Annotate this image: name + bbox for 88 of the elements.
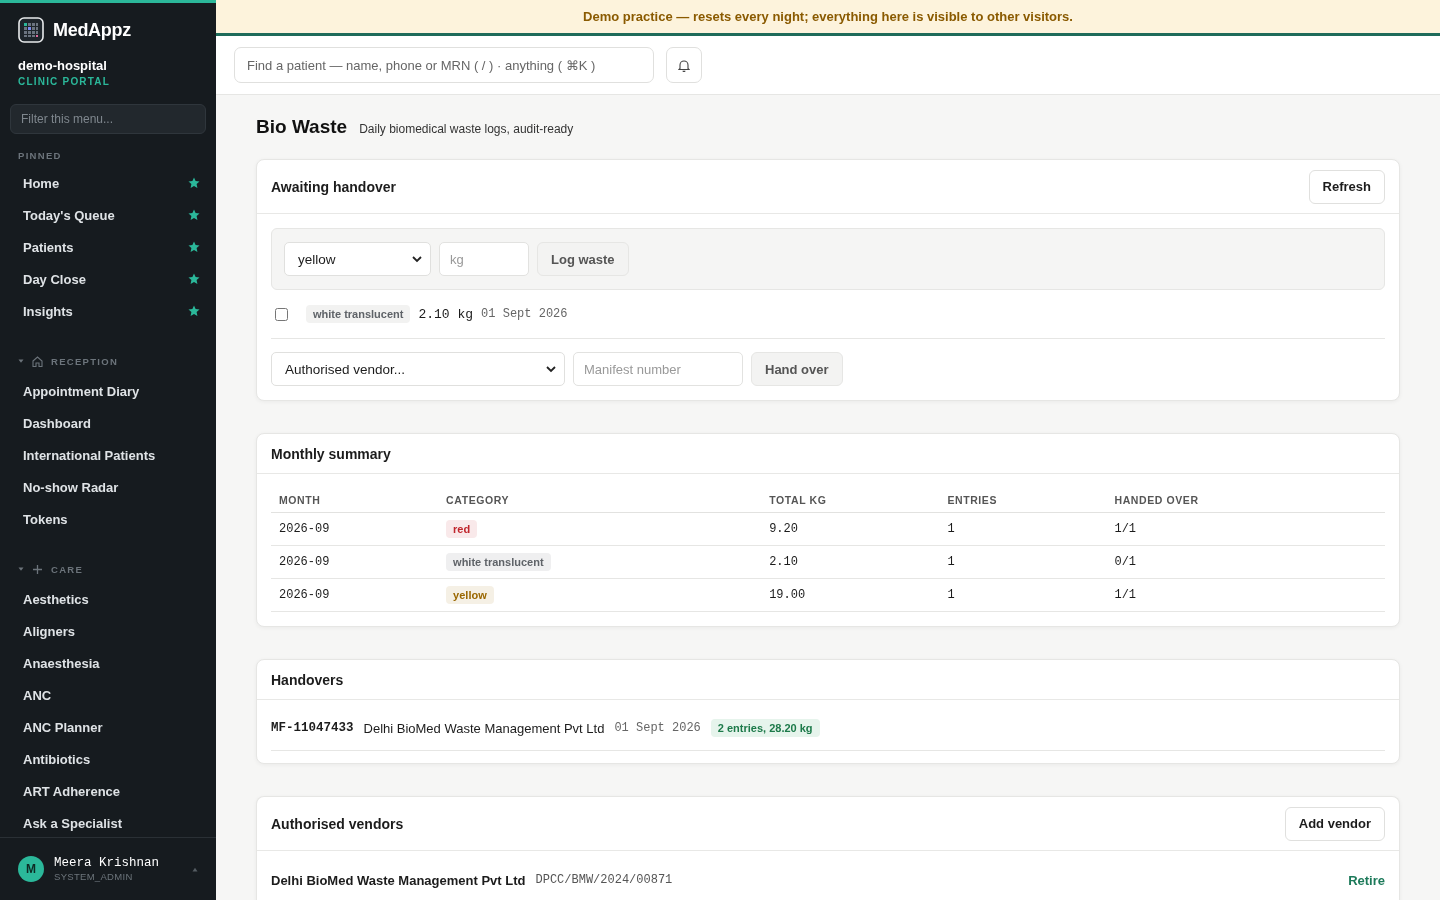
card-title: Awaiting handover (271, 178, 396, 195)
manifest-field[interactable]: Manifest number (573, 352, 743, 386)
sidebar-item[interactable]: ART Adherence (0, 775, 216, 807)
weight-field[interactable]: kg (439, 242, 529, 276)
section-header[interactable]: CARE (0, 545, 216, 583)
column-header: HANDED OVER (1106, 490, 1385, 513)
star-icon (188, 273, 200, 285)
filter-field[interactable]: Filter this menu... (10, 104, 206, 134)
category-tag: red (446, 520, 478, 538)
column-header: CATEGORY (438, 490, 762, 513)
sidebar-item[interactable]: Home (0, 167, 216, 199)
home-icon (32, 355, 43, 367)
category-tag: white translucent (446, 553, 551, 571)
table-cell: 1 (939, 578, 1107, 612)
table-cell: 1/1 (1106, 512, 1385, 546)
table-cell: 1 (939, 512, 1107, 546)
column-header: MONTH (271, 490, 439, 513)
chevron-down-icon (412, 255, 422, 263)
table-cell: 2026-09 (271, 512, 439, 546)
section-header[interactable]: RECEPTION (0, 337, 216, 375)
sidebar-item[interactable]: Ask a Specialist (0, 807, 216, 837)
search-field[interactable]: Find a patient — name, phone or MRN ( / ) · anything ( ⌘K ) (234, 47, 654, 83)
handover-summary: 2 entries, 28.20 kg (710, 719, 820, 737)
column-header: TOTAL KG (761, 490, 940, 513)
table-cell: 2026-09 (271, 578, 439, 612)
category-tag: white translucent (306, 305, 411, 323)
card-title: Handovers (271, 671, 344, 688)
card-title: Monthly summary (271, 445, 391, 462)
vendor-select[interactable]: Authorised vendor... (271, 352, 565, 386)
checkbox[interactable] (275, 307, 288, 321)
column-header: ENTRIES (939, 490, 1107, 513)
sidebar-item[interactable]: Anaesthesia (0, 647, 216, 679)
table-cell: 9.20 (761, 512, 940, 546)
logo-icon (18, 17, 44, 43)
retire-link[interactable]: Retire (1348, 872, 1385, 888)
card-title: Authorised vendors (271, 815, 404, 832)
notifications-button[interactable] (666, 47, 702, 83)
user-role: SYSTEM_ADMIN (54, 871, 134, 882)
sidebar-item[interactable]: ANC (0, 679, 216, 711)
sidebar-item[interactable]: Day Close (0, 263, 216, 295)
bell-icon (678, 58, 690, 72)
vendor-name: Delhi BioMed Waste Management Pvt Ltd (271, 872, 526, 888)
table-cell: 2026-09 (271, 545, 439, 579)
portal-label: CLINIC PORTAL (17, 75, 112, 87)
sidebar-item[interactable]: Insights (0, 295, 216, 327)
star-icon (188, 177, 200, 189)
log-waste-button[interactable]: Log waste (537, 242, 629, 276)
add-vendor-button[interactable]: Add vendor (1284, 806, 1385, 841)
registration-number: DPCC/BMW/2024/00871 (535, 873, 674, 887)
category-select[interactable]: yellow (284, 242, 431, 276)
sidebar-item[interactable]: ANC Planner (0, 711, 216, 743)
plus-icon (32, 563, 43, 575)
page-title: Bio Waste (256, 116, 348, 138)
date-text: 01 Sept 2026 (481, 307, 568, 321)
section-label: PINNED (17, 150, 63, 163)
sidebar-item[interactable]: Antibiotics (0, 743, 216, 775)
sidebar-item[interactable]: Tokens (0, 503, 216, 535)
sidebar-item[interactable]: Appointment Diary (0, 375, 216, 407)
chevron-up-icon (192, 866, 198, 872)
table-cell: 1 (939, 545, 1107, 579)
refresh-button[interactable]: Refresh (1308, 169, 1385, 204)
page-subtitle: Daily biomedical waste logs, audit-ready (359, 122, 574, 136)
table-cell: 19.00 (761, 578, 940, 612)
table-cell: 2.10 (761, 545, 940, 579)
sidebar-item[interactable]: Patients (0, 231, 216, 263)
weight-text: 2.10 kg (418, 306, 474, 322)
category-tag: yellow (446, 586, 494, 604)
demo-banner: Demo practice — resets every night; everything here is visible to other visitors. (216, 0, 1440, 36)
avatar: M (18, 856, 44, 882)
hand-over-button[interactable]: Hand over (751, 352, 843, 386)
sidebar-item[interactable]: Aesthetics (0, 583, 216, 615)
star-icon (188, 209, 200, 221)
manifest-number: MF-11047433 (271, 721, 354, 735)
table-cell: 0/1 (1106, 545, 1385, 579)
star-icon (188, 241, 200, 253)
organization-name: demo-hospital (17, 57, 108, 73)
sidebar-item[interactable]: Aligners (0, 615, 216, 647)
sidebar-item[interactable]: International Patients (0, 439, 216, 471)
date-text: 01 Sept 2026 (614, 721, 701, 735)
table-cell: 1/1 (1106, 578, 1385, 612)
sidebar-item[interactable]: No-show Radar (0, 471, 216, 503)
brand-name: MedAppz (53, 19, 131, 41)
vendor-name: Delhi BioMed Waste Management Pvt Ltd (363, 720, 605, 736)
sidebar-item[interactable]: Today's Queue (0, 199, 216, 231)
chevron-down-icon (546, 365, 556, 373)
sidebar-item[interactable]: Dashboard (0, 407, 216, 439)
star-icon (188, 305, 200, 317)
user-name: Meera Krishnan (54, 856, 161, 870)
